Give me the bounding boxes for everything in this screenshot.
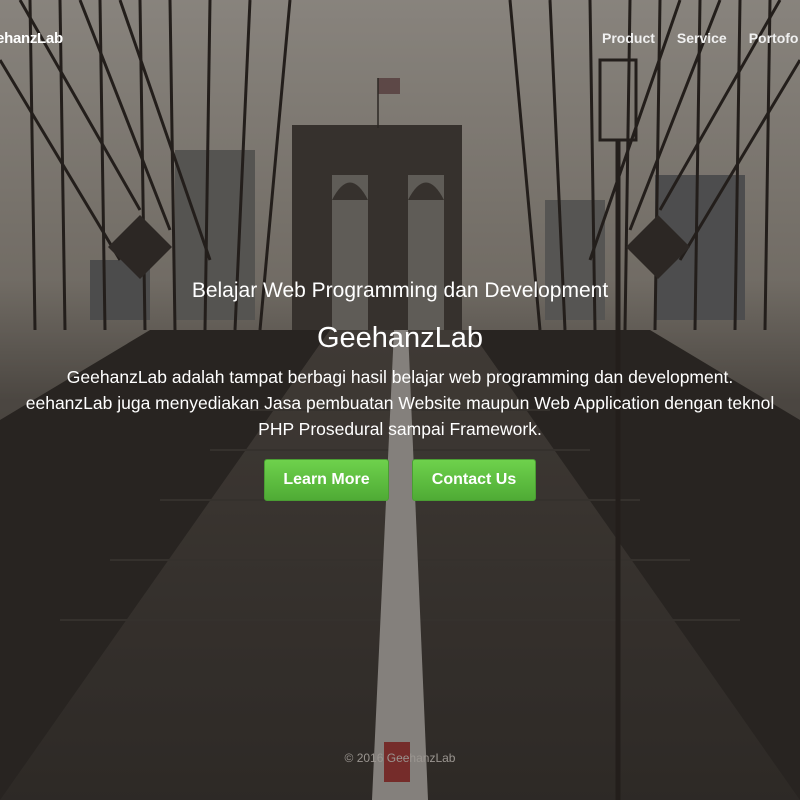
hero-subtitle: Belajar Web Programming dan Development xyxy=(191,279,609,302)
nav-link-service[interactable]: Service xyxy=(677,30,727,46)
contact-us-button[interactable]: Contact Us xyxy=(412,459,536,501)
hero-title: GeehanzLab xyxy=(316,322,484,354)
nav-link-portofolio[interactable]: Portofo xyxy=(749,30,799,46)
hero-section: eehanzLab Product Service Portofo Belaja… xyxy=(0,0,800,800)
hero-content: Belajar Web Programming dan Development … xyxy=(0,276,800,442)
hero-buttons: Learn More Contact Us xyxy=(264,459,536,501)
hero-description: GeehanzLab adalah tampat berbagi hasil b… xyxy=(0,364,800,442)
description-line-1: GeehanzLab adalah tampat berbagi hasil b… xyxy=(66,367,734,387)
brand-logo[interactable]: eehanzLab xyxy=(0,30,63,47)
learn-more-button[interactable]: Learn More xyxy=(264,459,389,501)
description-line-2: eehanzLab juga menyediakan Jasa pembuata… xyxy=(25,393,775,413)
nav-link-product[interactable]: Product xyxy=(602,30,655,46)
footer-copyright: © 2016 GeehanzLab xyxy=(344,751,456,765)
nav-links: Product Service Portofo xyxy=(602,30,798,46)
navbar: eehanzLab Product Service Portofo xyxy=(0,0,800,76)
description-line-3: PHP Prosedural sampai Framework. xyxy=(258,419,542,439)
